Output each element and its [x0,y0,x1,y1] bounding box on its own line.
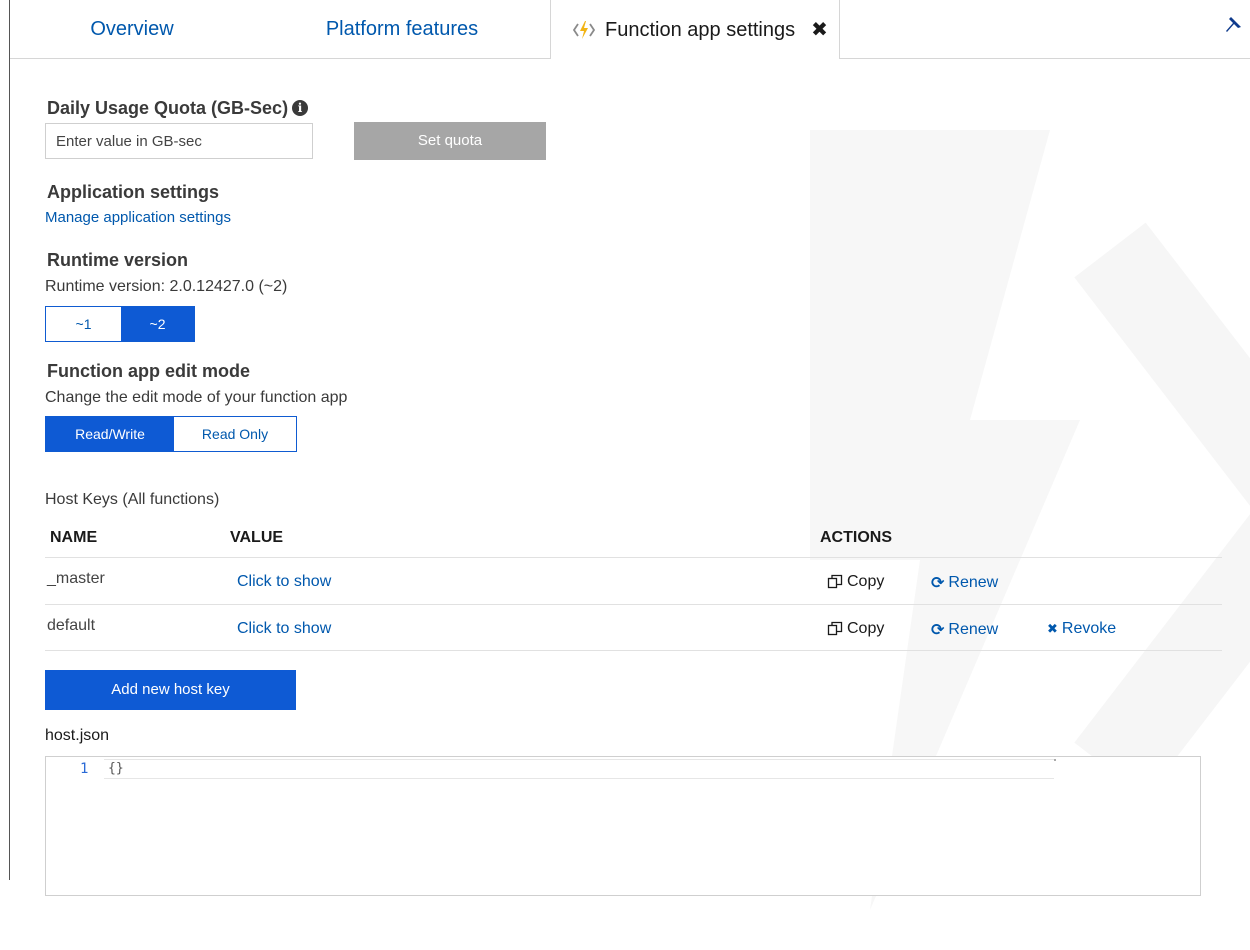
column-header-name: NAME [50,529,98,546]
line-number: 1 [80,761,89,777]
runtime-title: Runtime version [47,250,189,270]
add-host-key-button[interactable]: Add new host key [45,670,296,710]
edit-mode-description: Change the edit mode of your function ap… [45,389,348,406]
set-quota-button[interactable]: Set quota [354,122,546,160]
quota-title-text: Daily Usage Quota (GB-Sec) [47,98,289,118]
host-json-editor[interactable]: 1 {} [45,756,1201,896]
editor-ruler-mark [1054,759,1056,761]
copy-icon [827,621,843,636]
renew-button[interactable]: ⟳ Renew [931,620,998,640]
runtime-toggle: ~1 ~2 [45,306,195,342]
info-icon[interactable]: i [292,100,309,116]
close-icon[interactable]: ✖ [811,1,828,59]
tab-function-app-settings[interactable]: Function app settings ✖ [550,0,840,59]
manage-app-settings-link[interactable]: Manage application settings [45,209,231,226]
quota-input[interactable] [45,123,313,159]
tab-platform-features[interactable]: Platform features [292,0,512,58]
copy-button[interactable]: Copy [827,573,884,591]
click-to-show-link[interactable]: Click to show [237,573,331,591]
revoke-label: Revoke [1061,620,1117,637]
copy-button[interactable]: Copy [827,620,884,638]
tab-bar: Overview Platform features Function app … [10,0,1250,59]
read-only-button[interactable]: Read Only [174,417,296,451]
x-icon: ✖ [1047,621,1058,636]
copy-label: Copy [847,620,885,637]
click-to-show-link[interactable]: Click to show [237,620,331,638]
runtime-option-1[interactable]: ~1 [46,307,121,341]
runtime-current: Runtime version: 2.0.12427.0 (~2) [45,278,288,295]
function-bolt-icon [573,20,595,39]
table-row-divider [45,650,1222,651]
edit-mode-toggle: Read/Write Read Only [45,416,297,452]
tab-overview[interactable]: Overview [42,0,222,58]
host-keys-title: Host Keys (All functions) [45,491,220,508]
table-row-divider [45,604,1222,605]
window-left-border [9,0,10,880]
renew-label: Renew [948,621,999,638]
host-json-label: host.json [45,727,110,744]
revoke-button[interactable]: ✖ Revoke [1047,620,1116,638]
host-key-name: default [47,617,96,634]
column-header-value: VALUE [230,529,284,546]
copy-icon [827,574,843,589]
quota-title: Daily Usage Quota (GB-Sec) i [47,98,309,119]
copy-label: Copy [847,573,885,590]
refresh-icon: ⟳ [931,575,945,592]
renew-button[interactable]: ⟳ Renew [931,573,998,593]
column-header-actions: ACTIONS [820,529,892,546]
edit-mode-title: Function app edit mode [47,361,250,381]
renew-label: Renew [948,574,999,591]
read-write-button[interactable]: Read/Write [46,417,174,451]
table-divider [45,557,1222,558]
refresh-icon: ⟳ [931,622,945,639]
pin-icon[interactable] [1222,14,1244,36]
host-key-name: _master [47,570,105,587]
app-settings-title: Application settings [47,182,220,202]
runtime-option-2[interactable]: ~2 [121,307,194,341]
code-line[interactable]: {} [104,759,1054,779]
tab-settings-label: Function app settings [605,18,796,41]
